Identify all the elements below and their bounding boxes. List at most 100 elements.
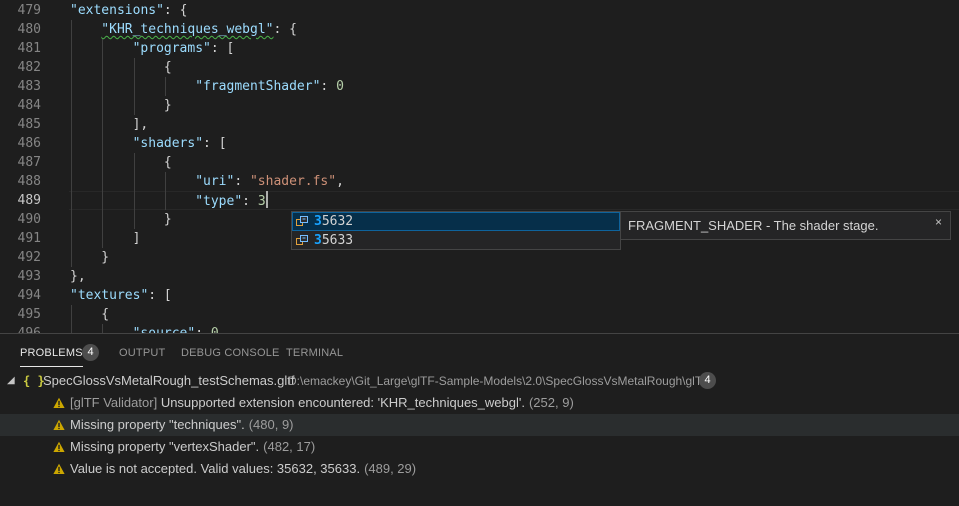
code-line[interactable]: 487 { [0, 153, 959, 172]
enum-member-icon [296, 235, 308, 245]
line-number: 481 [17, 41, 41, 56]
line-code: { [164, 153, 172, 172]
indent-guide [134, 58, 135, 115]
token-key: "extensions" [70, 3, 164, 18]
code-line[interactable]: 486 "shaders": [ [0, 134, 959, 153]
code-line[interactable]: 492} [0, 248, 959, 267]
chevron-down-icon[interactable]: ◢ [7, 370, 15, 392]
token-punc: } [163, 98, 172, 113]
code-line[interactable]: 488 "uri": "shader.fs", [0, 172, 959, 191]
problem-item[interactable]: Missing property "techniques". (480, 9) [0, 414, 959, 436]
code-line[interactable]: 483 "fragmentShader": 0 [0, 77, 959, 96]
enum-member-icon [296, 216, 308, 226]
line-number: 489 [17, 193, 41, 208]
suggestion-rest: 5632 [321, 214, 354, 229]
problem-message: Value is not accepted. Valid values: 356… [70, 461, 361, 476]
line-number: 495 [17, 307, 41, 322]
line-code: } [164, 96, 172, 115]
problem-text: Missing property "vertexShader". (482, 17… [70, 436, 315, 458]
line-number: 487 [17, 155, 41, 170]
code-line[interactable]: 479 "extensions": { [0, 1, 959, 20]
token-punc: ] [132, 231, 141, 246]
file-path: D:\emackey\Git_Large\glTF-Sample-Models\… [288, 374, 710, 388]
problem-item[interactable]: Missing property "vertexShader". (482, 17… [0, 436, 959, 458]
token-punc: : [320, 79, 337, 94]
problem-source: [glTF Validator] [70, 395, 158, 410]
code-line[interactable]: 493}, [0, 267, 959, 286]
token-punc: } [101, 250, 110, 265]
token-punc: : { [273, 22, 297, 37]
suggestion-match: 3 [314, 214, 322, 229]
code-line[interactable]: 484} [0, 96, 959, 115]
code-line[interactable]: 485], [0, 115, 959, 134]
indent-guide [102, 324, 103, 333]
code-line[interactable]: 495 { [0, 305, 959, 324]
line-number: 480 [17, 22, 41, 37]
code-line[interactable]: 481 "programs": [ [0, 39, 959, 58]
code-line[interactable]: 494 "textures": [ [0, 286, 959, 305]
problems-file-row[interactable]: ◢ { } SpecGlossVsMetalRough_testSchemas.… [0, 370, 959, 392]
line-code: "extensions": { [70, 1, 187, 20]
warning-icon [53, 419, 65, 430]
line-code: "source": 0 [133, 324, 219, 333]
token-key: "type" [195, 194, 243, 209]
token-key: "source" [133, 326, 196, 333]
bottom-panel: PROBLEMS 4 OUTPUT DEBUG CONSOLE TERMINAL… [0, 333, 959, 506]
token-punc: : [ [203, 136, 227, 151]
close-icon[interactable]: × [935, 212, 942, 232]
problem-item[interactable]: Value is not accepted. Valid values: 356… [0, 458, 959, 480]
indent-guide [165, 172, 166, 210]
suggestion-label: 35633 [314, 231, 353, 250]
tab-debug-console[interactable]: DEBUG CONSOLE [181, 347, 280, 359]
indent-guide [71, 20, 72, 267]
warning-icon [53, 397, 65, 408]
tab-output[interactable]: OUTPUT [119, 347, 165, 359]
token-key: "textures" [70, 288, 149, 303]
suggestion-label: 35632 [314, 212, 353, 231]
line-code: "type": 3 [195, 191, 268, 211]
token-punc: : [242, 194, 258, 209]
line-number: 479 [17, 3, 41, 18]
line-code: ] [133, 229, 141, 248]
token-key: "uri" [195, 174, 235, 189]
token-punc: { [163, 155, 172, 170]
indent-guide [71, 305, 72, 333]
suggestion-match: 3 [314, 233, 322, 248]
line-number: 482 [17, 60, 41, 75]
text-cursor [265, 191, 268, 208]
code-line[interactable]: 496 "source": 0 [0, 324, 959, 333]
line-code: ], [133, 115, 149, 134]
token-punc: : { [163, 3, 188, 18]
line-code: "shaders": [ [133, 134, 227, 153]
suggestion-rest: 5633 [321, 233, 354, 248]
line-code: "KHR_techniques_webgl": { [101, 20, 297, 39]
line-code: "programs": [ [133, 39, 235, 58]
tab-terminal[interactable]: TERMINAL [286, 347, 343, 359]
problem-item[interactable]: [glTF Validator] Unsupported extension e… [0, 392, 959, 414]
token-punc: { [163, 60, 172, 75]
line-number: 488 [17, 174, 41, 189]
code-line[interactable]: 482 { [0, 58, 959, 77]
suggestion-item[interactable]: 35632 [292, 212, 620, 231]
line-number: 491 [17, 231, 41, 246]
line-number: 490 [17, 212, 41, 227]
token-punc: : [234, 174, 250, 189]
problem-location: (489, 29) [364, 461, 417, 476]
line-number: 496 [0, 324, 41, 333]
line-code: }, [70, 267, 86, 286]
problem-message: Unsupported extension encountered: 'KHR_… [160, 395, 525, 410]
tab-problems[interactable]: PROBLEMS [20, 347, 83, 367]
code-line[interactable]: 480 "KHR_techniques_webgl": { [0, 20, 959, 39]
problem-text: Value is not accepted. Valid values: 356… [70, 458, 416, 480]
suggest-details-text: FRAGMENT_SHADER - The shader stage. [628, 218, 879, 233]
line-code: { [164, 58, 172, 77]
suggestion-item[interactable]: 35633 [292, 231, 620, 250]
line-number: 486 [17, 136, 41, 151]
line-number: 484 [17, 98, 41, 113]
problem-text: Missing property "techniques". (480, 9) [70, 414, 294, 436]
token-punc: , [336, 174, 344, 189]
problem-text: [glTF Validator] Unsupported extension e… [70, 392, 574, 414]
suggest-widget[interactable]: 35632 35633 [291, 211, 621, 250]
code-line[interactable]: 489 "type": 3 [0, 191, 959, 210]
code-editor[interactable]: 479 "extensions": {480 "KHR_techniques_web… [0, 0, 959, 333]
